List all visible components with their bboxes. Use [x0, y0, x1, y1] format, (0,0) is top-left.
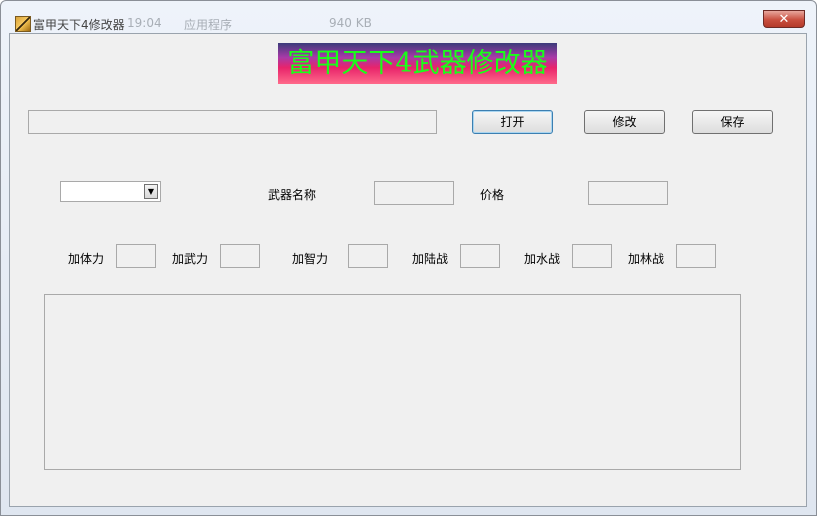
- ghost-time-text: 19:04: [127, 16, 162, 30]
- app-icon: [15, 16, 31, 32]
- file-path-field[interactable]: [28, 110, 437, 134]
- add-land-battle-field[interactable]: [460, 244, 500, 268]
- add-physique-label: 加体力: [68, 252, 105, 266]
- ghost-type-text: 应用程序: [184, 18, 233, 32]
- app-window: 富甲天下4修改器 19:04 应用程序 940 KB ✕ 富甲天下4武器修改器 …: [0, 0, 817, 516]
- title-bar[interactable]: 富甲天下4修改器 19:04 应用程序 940 KB ✕: [1, 1, 816, 33]
- add-intellect-field[interactable]: [348, 244, 388, 268]
- weapon-name-field[interactable]: [374, 181, 454, 205]
- save-button[interactable]: 保存: [692, 110, 773, 134]
- output-text-area[interactable]: [44, 294, 741, 470]
- add-water-battle-field[interactable]: [572, 244, 612, 268]
- add-forest-battle-field[interactable]: [676, 244, 716, 268]
- client-area: 富甲天下4武器修改器 打开 修改 保存 ▼ 武器名称 价格 加体力 加武力 加智…: [9, 33, 807, 507]
- close-icon: ✕: [778, 12, 790, 27]
- add-intellect-label: 加智力: [292, 252, 329, 266]
- add-force-label: 加武力: [172, 252, 209, 266]
- weapon-select[interactable]: ▼: [60, 181, 161, 202]
- window-title: 富甲天下4修改器: [33, 18, 125, 32]
- add-physique-field[interactable]: [116, 244, 156, 268]
- open-button[interactable]: 打开: [472, 110, 553, 134]
- price-label: 价格: [480, 188, 505, 202]
- modify-button[interactable]: 修改: [584, 110, 665, 134]
- add-water-battle-label: 加水战: [524, 252, 561, 266]
- weapon-name-label: 武器名称: [268, 188, 317, 202]
- ghost-size-text: 940 KB: [329, 16, 372, 30]
- add-forest-battle-label: 加林战: [628, 252, 665, 266]
- add-land-battle-label: 加陆战: [412, 252, 449, 266]
- chevron-down-icon[interactable]: ▼: [144, 184, 158, 199]
- price-field[interactable]: [588, 181, 668, 205]
- title-banner: 富甲天下4武器修改器: [278, 43, 557, 84]
- close-button[interactable]: ✕: [763, 10, 805, 28]
- add-force-field[interactable]: [220, 244, 260, 268]
